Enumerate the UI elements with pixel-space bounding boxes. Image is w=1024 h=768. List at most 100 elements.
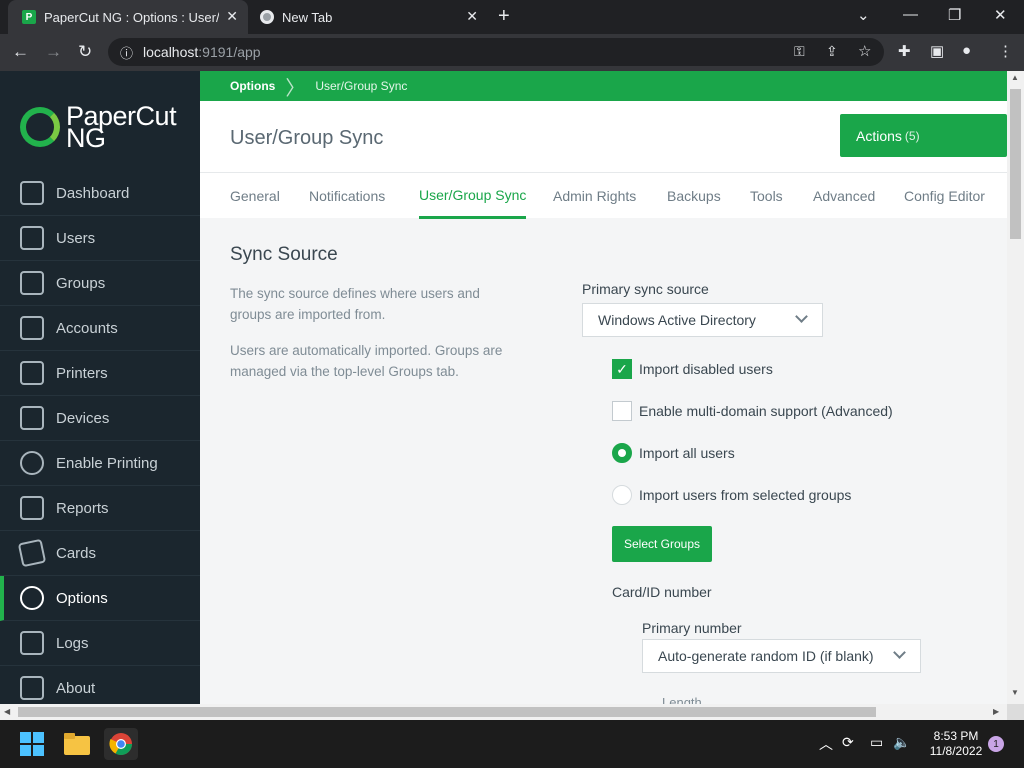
horizontal-scrollbar[interactable]: ◀ ▶	[0, 704, 1007, 720]
section-description: Users are automatically imported. Groups…	[230, 343, 503, 379]
actions-label: Actions	[856, 127, 902, 144]
sidebar-item-logs[interactable]: Logs	[0, 621, 200, 666]
multi-domain-checkbox[interactable]	[612, 401, 632, 421]
minimize-icon[interactable]: —	[903, 6, 918, 23]
volume-icon[interactable]: 🔈	[893, 734, 910, 751]
primary-sync-source-select[interactable]: Windows Active Directory	[582, 303, 823, 337]
length-label: Length	[662, 695, 702, 704]
select-groups-button[interactable]: Select Groups	[612, 526, 712, 562]
horizontal-scroll-thumb[interactable]	[18, 707, 876, 717]
printer-icon	[20, 361, 44, 385]
close-window-icon[interactable]: ✕	[994, 6, 1007, 24]
sidebar-item-options[interactable]: Options	[0, 576, 200, 621]
tab-title: New Tab	[282, 9, 333, 25]
scroll-right-icon[interactable]: ▶	[993, 707, 999, 716]
tab-advanced[interactable]: Advanced	[813, 173, 875, 219]
sidebar-item-users[interactable]: Users	[0, 216, 200, 261]
options-tabs: General Notifications User/Group Sync Ad…	[200, 172, 1007, 219]
sidebar-item-label: Devices	[56, 409, 110, 427]
tab-general[interactable]: General	[230, 173, 280, 219]
chevron-down-icon	[893, 646, 906, 659]
info-icon[interactable]: ⓘ	[120, 43, 133, 62]
tab-search-icon[interactable]: ⌄	[857, 6, 870, 24]
browser-tab-papercut[interactable]: P PaperCut NG : Options : User/Group Syn…	[8, 0, 248, 34]
sidebar-item-cards[interactable]: Cards	[0, 531, 200, 576]
browser-toolbar: ← → ↻ ⓘ localhost:9191/app ⚿ ⇪ ☆ ✚ ▣ ● ⋮	[0, 34, 1024, 71]
side-panel-icon[interactable]: ▣	[930, 42, 944, 60]
accounts-icon	[20, 316, 44, 340]
sidebar-item-printers[interactable]: Printers	[0, 351, 200, 396]
forward-icon[interactable]: →	[45, 42, 62, 62]
file-explorer-button[interactable]	[60, 728, 94, 760]
browser-tab-new[interactable]: New Tab ✕	[252, 0, 488, 34]
notification-badge[interactable]: 1	[988, 736, 1004, 752]
tab-notifications[interactable]: Notifications	[309, 173, 385, 219]
tab-config-editor[interactable]: Config Editor	[904, 173, 985, 219]
card-id-label: Card/ID number	[612, 584, 712, 600]
profile-icon[interactable]: ●	[962, 42, 971, 59]
extensions-icon[interactable]: ✚	[898, 42, 911, 60]
clock-time: 8:53 PM	[933, 729, 979, 743]
import-disabled-users-option[interactable]: ✓ Import disabled users	[612, 359, 773, 379]
import-disabled-checkbox[interactable]: ✓	[612, 359, 632, 379]
tab-tools[interactable]: Tools	[750, 173, 783, 219]
papercut-logo-icon	[20, 107, 60, 147]
sidebar-item-groups[interactable]: Groups	[0, 261, 200, 306]
papercut-logo[interactable]: PaperCut NG	[20, 102, 190, 152]
vertical-scroll-thumb[interactable]	[1010, 89, 1021, 239]
option-label: Import users from selected groups	[639, 487, 852, 503]
scroll-up-icon[interactable]: ▲	[1011, 73, 1019, 82]
back-icon[interactable]: ←	[12, 42, 29, 62]
taskbar: ︿ ⟳ ▭ 🔈 8:53 PM 11/8/2022 1	[0, 720, 1024, 768]
sidebar-item-reports[interactable]: Reports	[0, 486, 200, 531]
share-icon[interactable]: ⇪	[826, 43, 838, 60]
menu-icon[interactable]: ⋮	[998, 42, 1013, 60]
import-selected-radio[interactable]	[612, 485, 632, 505]
actions-count: (5)	[904, 128, 920, 143]
restore-icon[interactable]: ❐	[948, 6, 961, 24]
show-hidden-icons-icon[interactable]: ︿	[819, 734, 833, 754]
import-selected-groups-option[interactable]: Import users from selected groups	[612, 485, 851, 505]
tab-user-group-sync[interactable]: User/Group Sync	[419, 173, 527, 219]
chrome-icon	[109, 733, 132, 755]
sync-status-icon[interactable]: ⟳	[842, 734, 854, 751]
key-icon[interactable]: ⚿	[794, 43, 805, 60]
tab-backups[interactable]: Backups	[667, 173, 721, 219]
primary-sync-source-label: Primary sync source	[582, 281, 709, 297]
network-icon[interactable]: ▭	[870, 734, 883, 751]
reload-icon[interactable]: ↻	[78, 42, 92, 62]
sidebar-item-label: Accounts	[56, 319, 118, 337]
url-path: :9191/app	[198, 44, 261, 60]
scroll-down-icon[interactable]: ▼	[1011, 688, 1019, 697]
sidebar-item-accounts[interactable]: Accounts	[0, 306, 200, 351]
primary-sync-source-value: Windows Active Directory	[598, 312, 756, 328]
option-label: Import disabled users	[639, 361, 773, 377]
breadcrumb: Options 〉 User/Group Sync	[200, 71, 1007, 101]
chrome-favicon-icon	[260, 10, 274, 24]
tab-admin-rights[interactable]: Admin Rights	[553, 173, 636, 219]
chevron-down-icon	[795, 310, 808, 323]
system-clock[interactable]: 8:53 PM 11/8/2022	[918, 729, 994, 759]
sidebar-item-enable-printing[interactable]: Enable Printing	[0, 441, 200, 486]
close-tab-icon[interactable]: ✕	[226, 8, 238, 25]
primary-number-select[interactable]: Auto-generate random ID (if blank)	[642, 639, 921, 673]
logo-text: PaperCut NG	[66, 103, 177, 152]
vertical-scrollbar[interactable]: ▲ ▼	[1007, 71, 1024, 704]
sidebar-item-dashboard[interactable]: Dashboard	[0, 171, 200, 216]
bookmark-star-icon[interactable]: ☆	[858, 42, 871, 60]
breadcrumb-options[interactable]: Options	[200, 79, 275, 93]
chrome-taskbar-button[interactable]	[104, 728, 138, 760]
section-title: Sync Source	[230, 244, 338, 265]
actions-button[interactable]: Actions (5)	[840, 114, 1007, 157]
sidebar-item-devices[interactable]: Devices	[0, 396, 200, 441]
address-bar[interactable]: ⓘ localhost:9191/app ⚿ ⇪ ☆	[108, 38, 884, 66]
start-button[interactable]	[15, 728, 49, 760]
close-tab-icon[interactable]: ✕	[466, 8, 478, 25]
logs-icon	[20, 631, 44, 655]
import-all-users-option[interactable]: Import all users	[612, 443, 735, 463]
scroll-left-icon[interactable]: ◀	[4, 707, 10, 716]
new-tab-button[interactable]: +	[498, 5, 510, 28]
multi-domain-option[interactable]: Enable multi-domain support (Advanced)	[612, 401, 893, 421]
tab-title: PaperCut NG : Options : User/Group Sync	[44, 9, 219, 25]
import-all-radio[interactable]	[612, 443, 632, 463]
